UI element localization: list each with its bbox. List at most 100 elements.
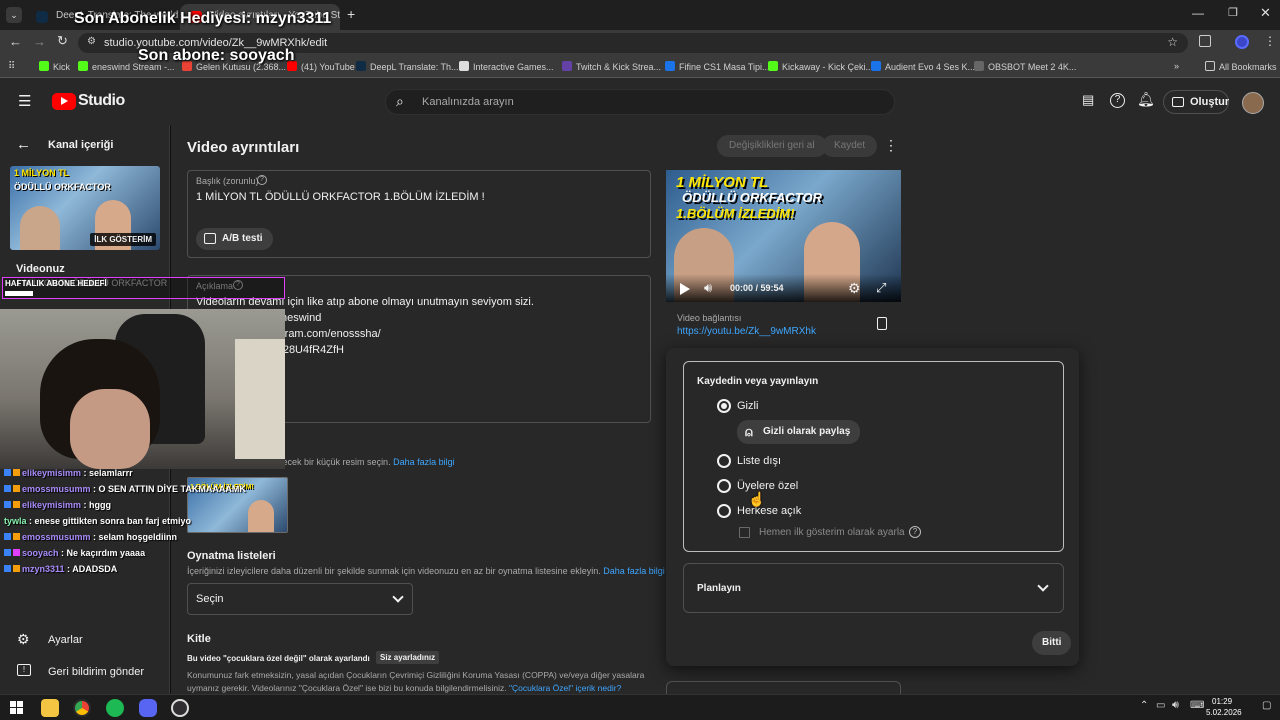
radio-private[interactable] (717, 399, 731, 413)
bookmark-twitch-kick[interactable]: Twitch & Kick Strea... (562, 61, 661, 72)
obs-icon[interactable] (171, 699, 189, 717)
bookmark-youtube[interactable]: (41) YouTube (287, 61, 355, 72)
help-icon[interactable]: ? (1110, 93, 1125, 108)
player-settings-icon[interactable]: ⚙ (848, 280, 861, 297)
chat-line: elikeymisimm : selamlarrr (4, 468, 133, 478)
title-field[interactable]: Başlık (zorunlu) ? 1 MİLYON TL ÖDÜLLÜ OR… (187, 170, 651, 258)
schedule-box[interactable]: Planlayın (683, 563, 1064, 613)
browser-menu-icon[interactable]: ⋮ (1264, 34, 1276, 48)
feedback-icon[interactable]: ! (17, 664, 31, 676)
video-thumbnail-small[interactable]: 1 MİLYON TL ÖDÜLLÜ ORKFACTOR İLK GÖSTERİ… (10, 166, 160, 250)
playlists-learn-more-link[interactable]: Daha fazla bilgi (603, 566, 665, 576)
bookmark-star-icon[interactable]: ☆ (1167, 35, 1178, 49)
discord-icon[interactable] (139, 699, 157, 717)
sidebar-item-feedback[interactable]: Geri bildirim gönder (48, 666, 144, 678)
volume-icon[interactable]: 🔊︎ (704, 280, 712, 296)
coppa-link[interactable]: "Çocuklara Özel" içerik nedir? (509, 683, 621, 693)
playlist-select[interactable]: Seçin (187, 583, 413, 615)
bookmark-kickaway[interactable]: Kickaway - Kick Çeki... (768, 61, 873, 72)
save-or-publish-box: Kaydedin veya yayınlayın Gizli ⍝ Gizli o… (683, 361, 1064, 552)
title-label: Başlık (zorunlu) (196, 176, 259, 186)
thumbnail-learn-more-link[interactable]: Daha fazla bilgi (393, 457, 455, 467)
create-button[interactable]: Oluştur (1163, 90, 1229, 114)
weekly-goal-fill (5, 291, 33, 296)
bookmark-deepl[interactable]: DeepL Translate: Th... (356, 61, 459, 72)
search-icon: ⌕ (396, 93, 404, 109)
site-settings-icon[interactable]: ⚙ (87, 36, 96, 47)
video-preview-player[interactable]: 1 MİLYON TL ÖDÜLLÜ ORKFACTOR 1.BÖLÜM İZL… (666, 170, 901, 302)
youtube-play-logo-icon (52, 93, 76, 110)
radio-unlisted[interactable] (717, 454, 731, 468)
bookmark-kick[interactable]: Kick (39, 61, 70, 72)
notification-center-icon[interactable]: ▢ (1262, 700, 1271, 711)
spotify-icon[interactable] (106, 699, 124, 717)
chat-line: emossmusumm : selam hoşgeldiinn (4, 532, 177, 542)
radio-private-label: Gizli (737, 400, 759, 412)
clock-date[interactable]: 5.02.2026 (1206, 708, 1242, 717)
extensions-icon[interactable] (1199, 35, 1211, 47)
title-help-icon[interactable]: ? (257, 175, 267, 185)
reload-icon[interactable]: ↻ (57, 33, 68, 49)
more-options-icon[interactable]: ⋮ (884, 137, 898, 154)
forward-arrow-icon[interactable]: → (33, 34, 46, 49)
thumbnail-option-face (248, 500, 274, 532)
sidebar-item-settings[interactable]: Ayarlar (48, 634, 83, 646)
apps-grid-icon[interactable]: ⠿ (8, 61, 15, 72)
clock-time[interactable]: 01:29 (1212, 697, 1232, 706)
radio-members-only[interactable] (717, 479, 731, 493)
ab-test-icon (204, 233, 216, 244)
bookmark-interactive-games[interactable]: Interactive Games... (459, 61, 554, 72)
premiere-help-icon[interactable]: ? (909, 526, 921, 538)
new-tab-button[interactable]: + (347, 6, 355, 22)
radio-public[interactable] (717, 504, 731, 518)
keyboard-tray-icon[interactable]: ⌨ (1190, 700, 1204, 711)
back-to-content-arrow-icon[interactable]: ← (16, 136, 31, 153)
back-arrow-icon[interactable]: ← (9, 34, 22, 49)
share-privately-button[interactable]: ⍝ Gizli olarak paylaş (737, 420, 861, 444)
channel-content-link[interactable]: Kanal içeriği (48, 139, 113, 151)
bookmark-audient[interactable]: Audient Evo 4 Ses K... (871, 61, 975, 72)
messages-icon[interactable]: ▤ (1082, 92, 1094, 108)
volume-tray-icon[interactable]: 🔊︎ (1172, 699, 1179, 712)
weekly-goal-label: HAFTALIK ABONE HEDEFİ (5, 279, 107, 288)
player-time: 00:00 / 59:54 (730, 283, 784, 293)
windows-start-icon[interactable] (10, 701, 23, 714)
network-icon[interactable]: ▭ (1156, 700, 1165, 711)
webcam-feed (0, 309, 285, 469)
bookmark-obsbot[interactable]: OBSBOT Meet 2 4K... (974, 61, 1076, 72)
close-window-icon[interactable]: ✕ (1260, 5, 1271, 21)
done-button[interactable]: Bitti (1032, 631, 1072, 655)
bookmarks-more[interactable]: » (1174, 61, 1179, 71)
settings-icon[interactable]: ⚙ (17, 631, 30, 648)
studio-header: ☰ Studio ⌕ Kanalınızda arayın ▤ ? 🔔︎ Olu… (0, 78, 1280, 126)
minimize-icon[interactable]: — (1192, 6, 1204, 20)
player-thumb-text-3: 1.BÖLÜM İZLEDİM! (676, 206, 795, 221)
all-bookmarks[interactable]: All Bookmarks (1205, 61, 1277, 72)
video-link[interactable]: https://youtu.be/Zk__9wMRXhk (677, 326, 816, 337)
copy-link-icon[interactable] (877, 317, 887, 330)
profile-avatar[interactable] (1235, 35, 1249, 49)
audience-heading: Kitle (187, 633, 211, 645)
chat-line: sooyach : Ne kaçırdım yaaaa (4, 548, 145, 558)
undo-changes-button[interactable]: Değişiklikleri geri al (717, 135, 827, 157)
mouse-cursor-icon: ☝ (748, 491, 766, 507)
save-button[interactable]: Kaydet (822, 135, 878, 157)
deepl-favicon-icon (36, 11, 48, 23)
chrome-icon[interactable] (73, 699, 91, 717)
file-explorer-icon[interactable] (41, 699, 59, 717)
ab-test-button[interactable]: A/B testi (196, 228, 273, 250)
bookmark-fifine[interactable]: Fifine CS1 Masa Tipi... (665, 61, 770, 72)
channel-search-input[interactable]: ⌕ Kanalınızda arayın (385, 89, 895, 115)
notifications-bell-icon[interactable]: 🔔︎ (1137, 91, 1155, 108)
tray-up-arrow-icon[interactable]: ⌃ (1140, 700, 1148, 711)
account-avatar[interactable] (1242, 92, 1264, 114)
fullscreen-icon[interactable]: ⤢ (876, 280, 886, 296)
premiere-checkbox[interactable] (739, 527, 750, 538)
audience-status: Bu video "çocuklara özel değil" olarak a… (187, 654, 370, 663)
play-icon[interactable] (680, 283, 690, 295)
tab-list-chevron-icon[interactable]: ⌄ (6, 7, 22, 23)
lower-panel-peek (666, 681, 901, 694)
hamburger-menu-icon[interactable]: ☰ (18, 92, 31, 110)
restore-icon[interactable]: ❐ (1228, 6, 1238, 19)
playlists-heading: Oynatma listeleri (187, 550, 276, 562)
